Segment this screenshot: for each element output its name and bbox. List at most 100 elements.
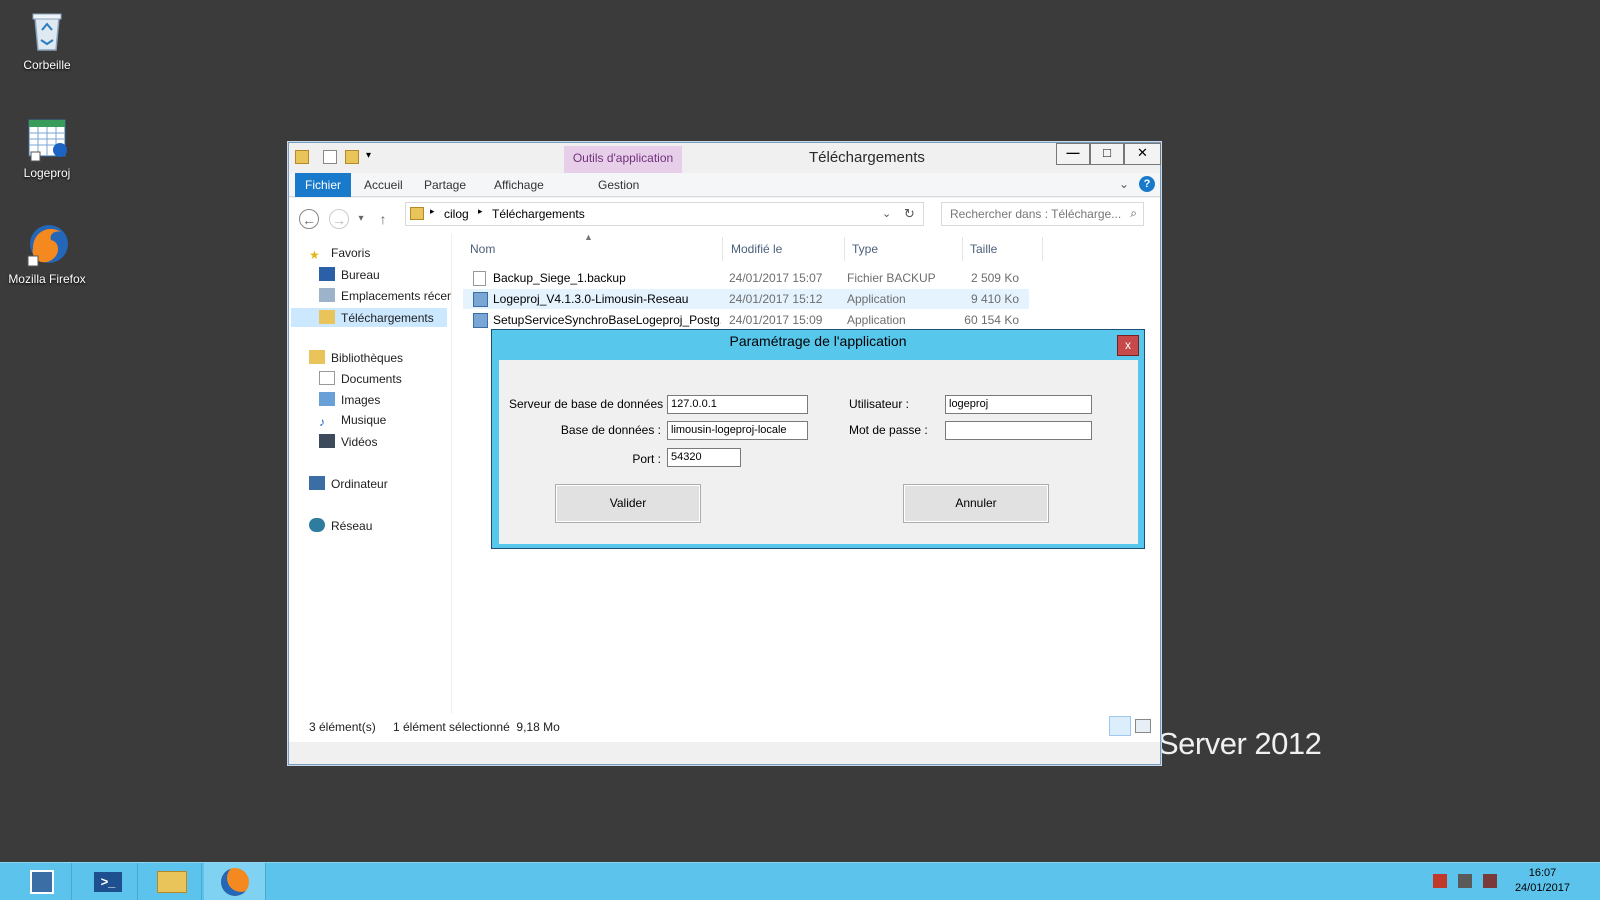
search-input[interactable]: Rechercher dans : Télécharge... ⌕	[941, 202, 1144, 226]
nav-images[interactable]: Images	[319, 392, 380, 407]
desktop-icon-firefox[interactable]: Mozilla Firefox	[7, 222, 87, 286]
nav-libraries[interactable]: Bibliothèques	[309, 350, 403, 365]
nav-label: Bibliothèques	[331, 351, 404, 365]
search-placeholder: Rechercher dans : Télécharge...	[950, 207, 1122, 221]
taskbar: >_ 16:07 24/01/2017	[0, 862, 1600, 900]
breadcrumb-cilog[interactable]: cilog	[444, 207, 469, 221]
file-size: 9 410 Ko	[970, 292, 1019, 306]
status-bar: 3 élément(s) 1 élément sélectionné 9,18 …	[289, 714, 1160, 742]
port-field[interactable]: 54320	[667, 448, 741, 467]
minimize-button[interactable]: —	[1056, 143, 1090, 165]
column-header-name[interactable]: Nom	[463, 237, 723, 261]
help-icon[interactable]: ?	[1139, 176, 1155, 192]
close-button[interactable]: ✕	[1124, 143, 1161, 165]
nav-label: Réseau	[331, 519, 373, 533]
file-row[interactable]: SetupServiceSynchroBaseLogeproj_Postg...…	[463, 310, 1029, 330]
file-row[interactable]: Backup_Siege_1.backup 24/01/2017 15:07 F…	[463, 268, 1029, 288]
nav-computer[interactable]: Ordinateur	[309, 476, 388, 491]
column-header-size[interactable]: Taille	[963, 237, 1043, 261]
tab-view[interactable]: Affichage	[494, 173, 544, 197]
nav-music[interactable]: ♪ Musique	[319, 413, 386, 429]
server-field[interactable]: 127.0.0.1	[667, 395, 808, 414]
nav-favorites[interactable]: ★ Favoris	[309, 246, 370, 262]
breadcrumb-downloads[interactable]: Téléchargements	[492, 207, 585, 221]
cancel-button[interactable]: Annuler	[903, 484, 1049, 523]
taskbar-firefox[interactable]	[204, 863, 266, 900]
nav-documents[interactable]: Documents	[319, 371, 402, 386]
nav-network[interactable]: Réseau	[309, 518, 372, 533]
star-icon: ★	[309, 248, 320, 262]
file-type: Fichier BACKUP	[847, 271, 936, 285]
action-center-flag-icon[interactable]	[1433, 874, 1447, 888]
forward-button[interactable]: →	[329, 209, 349, 229]
back-button[interactable]: ←	[299, 209, 319, 229]
file-icon	[473, 271, 486, 286]
network-tray-icon[interactable]	[1458, 874, 1472, 888]
refresh-icon[interactable]: ↻	[904, 206, 915, 222]
desktop-icon-label: Corbeille	[23, 58, 71, 72]
tab-file[interactable]: Fichier	[295, 173, 352, 197]
volume-muted-icon[interactable]	[1483, 874, 1497, 888]
taskbar-server-manager[interactable]	[10, 863, 72, 900]
computer-icon	[309, 476, 325, 490]
column-header-type[interactable]: Type	[845, 237, 963, 261]
user-field[interactable]: logeproj	[945, 395, 1092, 414]
maximize-button[interactable]: □	[1090, 143, 1124, 165]
details-view-button[interactable]	[1109, 716, 1131, 736]
ribbon-expand-chevron-icon[interactable]: ⌄	[1119, 177, 1129, 191]
taskbar-file-explorer[interactable]	[140, 863, 202, 900]
nav-downloads[interactable]: Téléchargements	[291, 308, 447, 327]
password-label: Mot de passe :	[849, 423, 928, 437]
nav-label: Vidéos	[341, 435, 378, 449]
nav-label: Téléchargements	[341, 311, 434, 325]
desktop-icon-recycle-bin[interactable]: Corbeille	[7, 8, 87, 72]
quick-access-dropdown-icon[interactable]: ▾	[366, 150, 371, 161]
tab-application-tools[interactable]: Outils d'application	[564, 146, 682, 174]
file-type: Application	[847, 313, 906, 327]
windows-server-brand: Server 2012	[1158, 726, 1322, 761]
database-label: Base de données :	[560, 423, 661, 437]
desktop-icon-label: Logeproj	[23, 166, 71, 180]
address-bar[interactable]: ▸ cilog ▸ Téléchargements ⌄ ↻	[405, 202, 924, 226]
recent-locations-chevron-icon[interactable]: ▾	[351, 209, 371, 229]
powershell-icon: >_	[94, 872, 122, 892]
application-icon	[473, 313, 488, 328]
new-folder-icon[interactable]	[345, 150, 359, 164]
large-icons-view-button[interactable]	[1135, 719, 1151, 733]
file-row[interactable]: Logeproj_V4.1.3.0-Limousin-Reseau 24/01/…	[463, 289, 1029, 309]
taskbar-clock[interactable]: 16:07 24/01/2017	[1515, 866, 1570, 896]
user-label: Utilisateur :	[849, 397, 910, 411]
nav-label: Musique	[341, 413, 387, 427]
desktop-icon	[319, 267, 335, 281]
ribbon-tabs: Fichier Accueil Partage Affichage Gestio…	[289, 173, 1160, 197]
dialog-close-button[interactable]: x	[1117, 335, 1139, 356]
downloads-folder-icon	[410, 207, 424, 220]
breadcrumb-separator-icon: ▸	[430, 206, 435, 216]
nav-label: Bureau	[341, 268, 380, 282]
properties-icon[interactable]	[323, 150, 337, 164]
up-button[interactable]: ↑	[373, 209, 393, 229]
file-name: SetupServiceSynchroBaseLogeproj_Postg...	[493, 313, 721, 327]
nav-videos[interactable]: Vidéos	[319, 434, 377, 449]
nav-label: Images	[341, 393, 381, 407]
database-field[interactable]: limousin-logeproj-locale	[667, 421, 808, 440]
validate-button[interactable]: Valider	[555, 484, 701, 523]
file-modified: 24/01/2017 15:12	[729, 292, 823, 306]
desktop-icon-label: Mozilla Firefox	[8, 272, 86, 286]
taskbar-powershell[interactable]: >_	[76, 863, 138, 900]
breadcrumb-separator-icon: ▸	[478, 206, 483, 216]
tab-share[interactable]: Partage	[424, 173, 466, 197]
nav-desktop[interactable]: Bureau	[319, 267, 380, 282]
file-modified: 24/01/2017 15:09	[729, 313, 823, 327]
nav-recent-places[interactable]: Emplacements récen	[319, 288, 451, 303]
address-history-chevron-icon[interactable]: ⌄	[882, 207, 891, 220]
documents-icon	[319, 371, 335, 385]
column-header-modified[interactable]: Modifié le	[724, 237, 845, 261]
sort-ascending-icon: ▲	[584, 232, 593, 242]
tab-manage[interactable]: Gestion	[598, 173, 639, 197]
password-field[interactable]	[945, 421, 1092, 440]
firefox-icon	[221, 868, 249, 896]
tab-home[interactable]: Accueil	[364, 173, 403, 197]
desktop-icon-logeproj[interactable]: Logeproj	[7, 116, 87, 180]
nav-label: Emplacements récen	[341, 289, 451, 303]
